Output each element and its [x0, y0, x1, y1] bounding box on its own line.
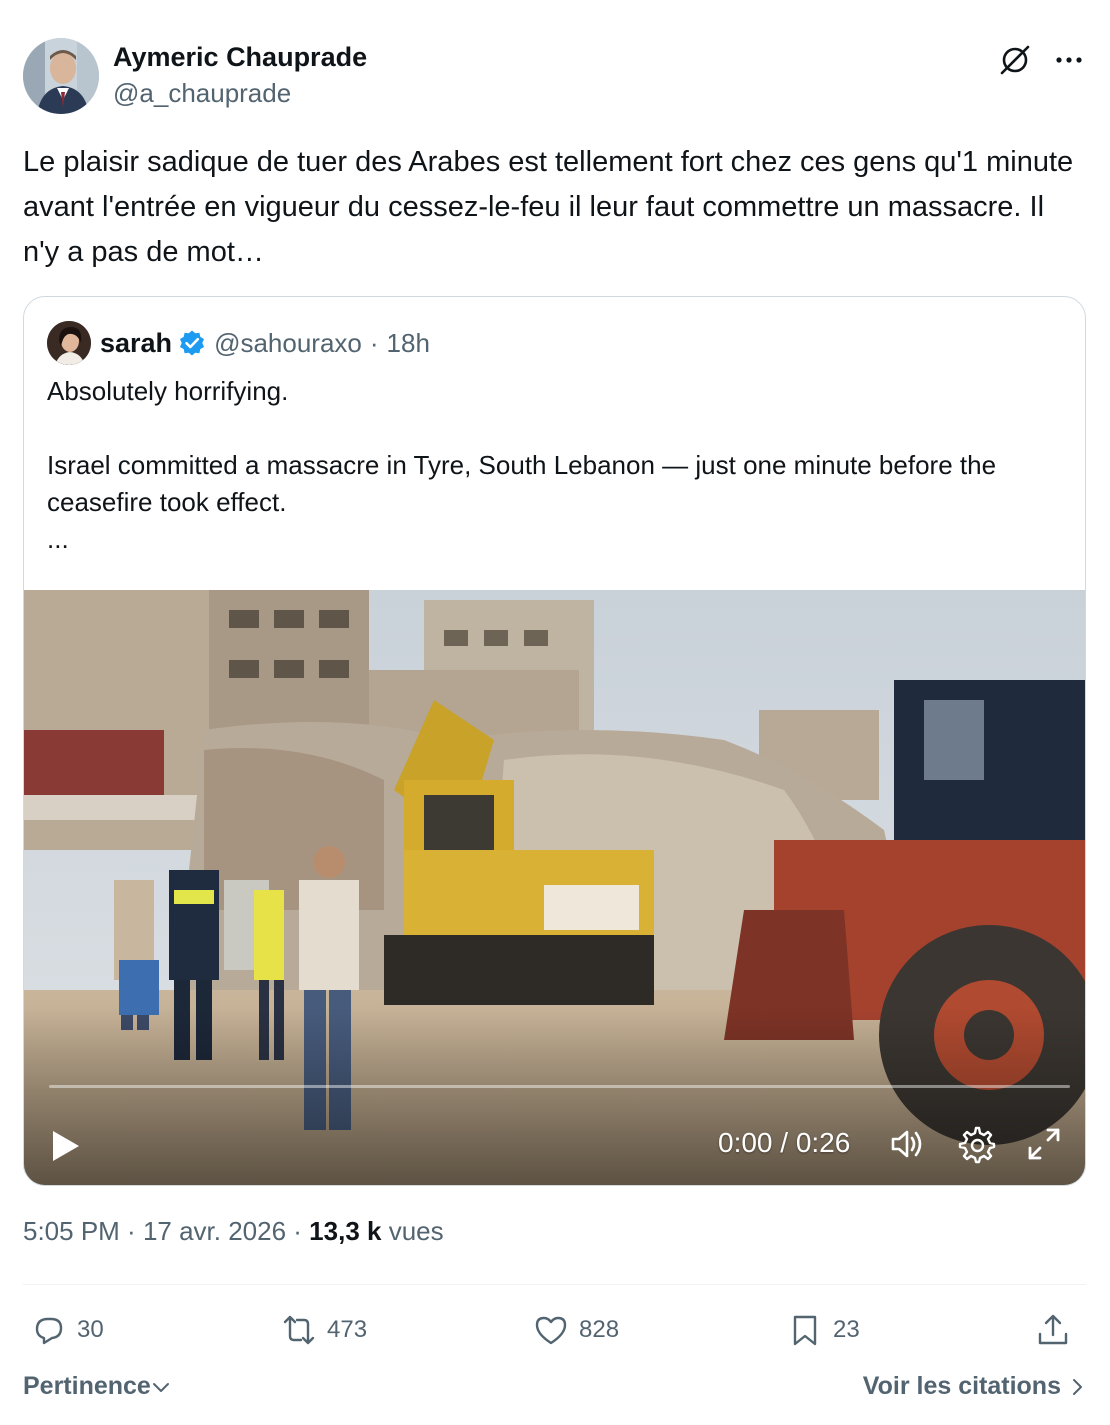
reply-button[interactable]: 30	[31, 1305, 104, 1355]
reply-count: 30	[77, 1316, 104, 1343]
sort-dropdown[interactable]: Pertinence	[23, 1372, 171, 1401]
grok-icon[interactable]	[997, 42, 1033, 78]
meta-separator: ·	[119, 1216, 143, 1246]
video-time: 0:00 / 0:26	[718, 1127, 851, 1158]
fullscreen-button[interactable]	[1024, 1124, 1064, 1164]
bookmark-icon	[793, 1315, 817, 1346]
volume-icon	[891, 1130, 922, 1158]
repost-icon	[283, 1315, 315, 1345]
volume-button[interactable]	[888, 1124, 928, 1164]
views-label: vues	[381, 1216, 444, 1246]
action-bar: 30 473 828 23	[23, 1305, 1086, 1355]
author-name[interactable]: Aymeric Chauprade	[113, 42, 367, 73]
video-progress-bar[interactable]	[49, 1085, 1070, 1088]
like-button[interactable]: 828	[533, 1305, 619, 1355]
quoted-tweet-card[interactable]: sarah @sahouraxo · 18h Absolutely horrif…	[23, 296, 1086, 1186]
divider	[23, 1284, 1086, 1285]
chevron-down-icon	[152, 1382, 169, 1392]
quote-header: sarah @sahouraxo · 18h	[47, 321, 430, 365]
bookmark-button[interactable]: 23	[787, 1305, 860, 1355]
share-icon	[1038, 1314, 1068, 1345]
quote-avatar[interactable]	[47, 321, 91, 365]
tweet-date[interactable]: 17 avr. 2026	[143, 1216, 286, 1246]
share-button[interactable]	[1035, 1305, 1071, 1355]
video-player[interactable]: 0:00 / 0:26	[24, 590, 1085, 1185]
author-handle[interactable]: @a_chauprade	[113, 78, 291, 109]
fullscreen-icon	[1028, 1128, 1060, 1160]
video-thumbnail	[24, 590, 1085, 1185]
repost-count: 473	[327, 1316, 368, 1343]
quote-author-name[interactable]: sarah	[100, 328, 172, 359]
quote-timestamp[interactable]: 18h	[387, 328, 430, 359]
play-button[interactable]	[46, 1126, 86, 1166]
more-icon[interactable]	[1051, 42, 1087, 78]
views-count: 13,3 k	[309, 1216, 382, 1246]
quote-line: Absolutely horrifying.	[47, 376, 289, 406]
play-icon	[53, 1131, 79, 1161]
quote-text: Absolutely horrifying. Israel committed …	[47, 373, 1067, 558]
repost-button[interactable]: 473	[281, 1305, 367, 1355]
tweet-time[interactable]: 5:05 PM	[23, 1216, 120, 1246]
settings-icon	[958, 1126, 996, 1164]
view-quotes-label: Voir les citations	[862, 1372, 1061, 1400]
view-quotes-link[interactable]: Voir les citations	[863, 1372, 1087, 1401]
author-avatar[interactable]	[23, 38, 99, 114]
meta-separator: ·	[286, 1216, 310, 1246]
tweet-meta: 5:05 PM · 17 avr. 2026 · 13,3 k vues	[23, 1216, 444, 1247]
like-icon	[535, 1316, 567, 1345]
quote-author-handle[interactable]: @sahouraxo	[214, 328, 362, 359]
bookmark-count: 23	[833, 1316, 860, 1343]
quote-line: Israel committed a massacre in Tyre, Sou…	[47, 450, 997, 517]
tweet-text: Le plaisir sadique de tuer des Arabes es…	[23, 146, 1074, 268]
quote-line: ...	[47, 524, 69, 554]
sort-label: Pertinence	[23, 1372, 151, 1400]
reply-icon	[35, 1317, 63, 1345]
like-count: 828	[579, 1316, 620, 1343]
chevron-right-icon	[1073, 1378, 1082, 1395]
quote-separator: ·	[369, 327, 379, 358]
verified-badge-icon	[180, 330, 205, 356]
settings-button[interactable]	[956, 1124, 996, 1164]
tweet-header: Aymeric Chauprade @a_chauprade	[23, 38, 1087, 114]
